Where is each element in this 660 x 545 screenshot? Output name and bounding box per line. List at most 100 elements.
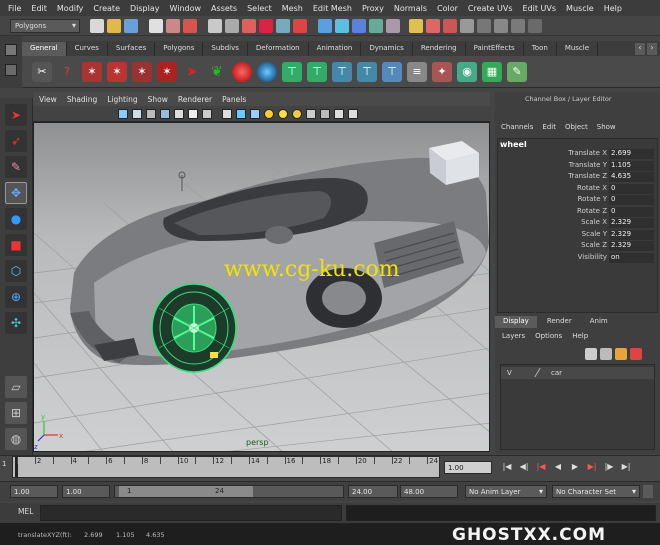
menu-display[interactable]: Display bbox=[130, 4, 160, 13]
channel-value[interactable]: 2.329 bbox=[609, 218, 654, 228]
menu-assets[interactable]: Assets bbox=[211, 4, 237, 13]
channel-menu-edit[interactable]: Edit bbox=[542, 123, 556, 131]
viewport-menu-show[interactable]: Show bbox=[148, 95, 168, 104]
anim-layer-dropdown[interactable]: No Anim Layer bbox=[465, 485, 547, 498]
manipulator-tool-icon[interactable]: ⬡ bbox=[5, 260, 27, 282]
layer-new-empty-icon[interactable] bbox=[585, 348, 597, 360]
scale-tool-icon[interactable]: ■ bbox=[5, 234, 27, 256]
snap-grid-icon[interactable] bbox=[318, 18, 332, 33]
channel-value[interactable]: 2.329 bbox=[609, 229, 654, 240]
animation-start-field[interactable]: 1.00 bbox=[10, 485, 58, 498]
shelf-dyn-icon-2[interactable]: ✶ bbox=[107, 61, 127, 82]
shelf-hierarchy-icon-3[interactable]: ⊤ bbox=[332, 61, 352, 82]
play-backward-icon[interactable]: ◀ bbox=[551, 461, 565, 473]
selected-wheel[interactable] bbox=[151, 283, 237, 373]
layout-outliner-icon[interactable]: ◍ bbox=[5, 428, 27, 450]
shelf-tab-dynamics[interactable]: Dynamics bbox=[361, 42, 413, 56]
mask-joints-icon[interactable] bbox=[225, 18, 239, 33]
wheel-pivot-handle[interactable] bbox=[210, 352, 218, 358]
shelf-dyn-icon-1[interactable]: ✶ bbox=[82, 61, 102, 82]
shelf-sphere-red-icon[interactable] bbox=[232, 61, 252, 82]
channel-menu-show[interactable]: Show bbox=[597, 123, 616, 131]
input-line-icon[interactable] bbox=[494, 18, 508, 33]
select-object-icon[interactable] bbox=[166, 18, 180, 33]
channel-value[interactable]: 1.105 bbox=[609, 160, 654, 171]
shelf-tab-subdivs[interactable]: Subdivs bbox=[203, 42, 248, 56]
viewport-menu-shading[interactable]: Shading bbox=[67, 95, 97, 104]
channel-row-scale-z[interactable]: Scale Z 2.329 bbox=[498, 241, 660, 252]
rotate-tool-icon[interactable]: ● bbox=[5, 208, 27, 230]
layer-menu-layers[interactable]: Layers bbox=[502, 332, 525, 340]
menu-set-dropdown[interactable]: Polygons bbox=[10, 18, 80, 33]
layer-new-selected-icon[interactable] bbox=[600, 348, 612, 360]
layer-row-car[interactable]: V car bbox=[501, 367, 654, 379]
layer-menu-options[interactable]: Options bbox=[535, 332, 562, 340]
layer-delete-icon[interactable] bbox=[630, 348, 642, 360]
select-tool-icon[interactable]: ➤ bbox=[5, 104, 27, 126]
lasso-tool-icon[interactable]: ➶ bbox=[5, 130, 27, 152]
channel-value[interactable]: 0 bbox=[609, 195, 654, 205]
menu-modify[interactable]: Modify bbox=[57, 4, 84, 13]
menu-muscle[interactable]: Muscle bbox=[566, 4, 594, 13]
shelf-tab-surfaces[interactable]: Surfaces bbox=[108, 42, 156, 56]
vp-all-lights-icon[interactable] bbox=[292, 108, 302, 119]
channel-row-scale-x[interactable]: Scale X 2.329 bbox=[498, 218, 660, 229]
mask-surfaces-icon[interactable] bbox=[259, 18, 273, 33]
layer-color-swatch[interactable] bbox=[534, 368, 548, 377]
shelf-dyn-icon-3[interactable]: ✶ bbox=[132, 61, 152, 82]
layer-tab-render[interactable]: Render bbox=[539, 316, 580, 328]
mel-input[interactable] bbox=[40, 505, 342, 521]
perspective-viewport[interactable]: x y z persp www.cg-ku.com bbox=[33, 122, 490, 452]
history-icon[interactable] bbox=[409, 18, 423, 33]
shelf-arrow-icon[interactable]: ➤ bbox=[182, 62, 202, 82]
vp-shaded-icon[interactable] bbox=[236, 108, 246, 119]
vp-cube-icon[interactable] bbox=[222, 108, 232, 119]
shelf-settings-icon[interactable] bbox=[5, 44, 17, 56]
vp-shadow-icon[interactable] bbox=[202, 108, 212, 119]
step-forward-icon[interactable]: |▶ bbox=[602, 461, 616, 473]
shelf-light-icon[interactable]: ✦ bbox=[432, 61, 452, 82]
menu-proxy[interactable]: Proxy bbox=[362, 4, 384, 13]
shelf-hierarchy-icon-5[interactable]: ⊤ bbox=[382, 61, 402, 82]
time-ruler[interactable]: 2 4 6 8 10 12 14 16 18 20 22 24 bbox=[12, 456, 440, 478]
step-back-key-icon[interactable]: |◀ bbox=[534, 461, 548, 473]
play-forward-icon[interactable]: ▶ bbox=[568, 461, 582, 473]
menu-file[interactable]: File bbox=[8, 4, 21, 13]
shelf-scroll-left-icon[interactable]: ‹ bbox=[635, 42, 645, 55]
new-scene-icon[interactable] bbox=[90, 18, 104, 33]
vp-smooth-icon[interactable] bbox=[132, 108, 142, 119]
channel-row-visibility[interactable]: Visibility on bbox=[498, 252, 660, 264]
vp-hud-icon[interactable] bbox=[320, 108, 330, 119]
channel-menu-channels[interactable]: Channels bbox=[501, 123, 533, 131]
range-slider[interactable]: 1 24 bbox=[114, 485, 344, 498]
viewport-menu-lighting[interactable]: Lighting bbox=[107, 95, 137, 104]
vp-flat-icon[interactable] bbox=[160, 108, 170, 119]
auto-key-icon[interactable] bbox=[643, 485, 653, 498]
channel-row-translate-z[interactable]: Translate Z 4.635 bbox=[498, 172, 660, 183]
shelf-paint-icon[interactable]: ✎ bbox=[507, 61, 527, 82]
paint-select-tool-icon[interactable]: ✎ bbox=[5, 156, 27, 178]
panel-toggle-icon[interactable] bbox=[511, 18, 525, 33]
render-current-icon[interactable] bbox=[426, 18, 440, 33]
render-settings-icon[interactable] bbox=[460, 18, 474, 33]
vp-resolution-gate-icon[interactable] bbox=[348, 108, 358, 119]
mask-curves-icon[interactable] bbox=[242, 18, 256, 33]
shelf-menu-icon[interactable] bbox=[5, 64, 17, 76]
menu-window[interactable]: Window bbox=[170, 4, 202, 13]
menu-mesh[interactable]: Mesh bbox=[282, 4, 303, 13]
show-manip-tool-icon[interactable]: ✣ bbox=[5, 312, 27, 334]
viewport-menu-view[interactable]: View bbox=[39, 95, 57, 104]
move-tool-icon[interactable]: ✥ bbox=[5, 182, 27, 204]
shelf-grid-icon[interactable]: ▦ bbox=[482, 61, 502, 82]
step-forward-key-icon[interactable]: ▶| bbox=[585, 461, 599, 473]
vp-isolate-icon[interactable] bbox=[306, 108, 316, 119]
channel-row-rotate-x[interactable]: Rotate X0 bbox=[498, 183, 660, 195]
shelf-tab-rendering[interactable]: Rendering bbox=[413, 42, 466, 56]
current-frame-field[interactable]: 1.00 bbox=[444, 461, 492, 474]
vp-xray-icon[interactable] bbox=[250, 108, 260, 119]
shelf-camera-icon[interactable]: ◉ bbox=[457, 61, 477, 82]
layout-four-icon[interactable]: ⊞ bbox=[5, 402, 27, 424]
animation-end-field[interactable]: 48.00 bbox=[400, 485, 458, 498]
layout-single-icon[interactable]: ▱ bbox=[5, 376, 27, 398]
shelf-sphere-blue-icon[interactable] bbox=[257, 61, 277, 82]
